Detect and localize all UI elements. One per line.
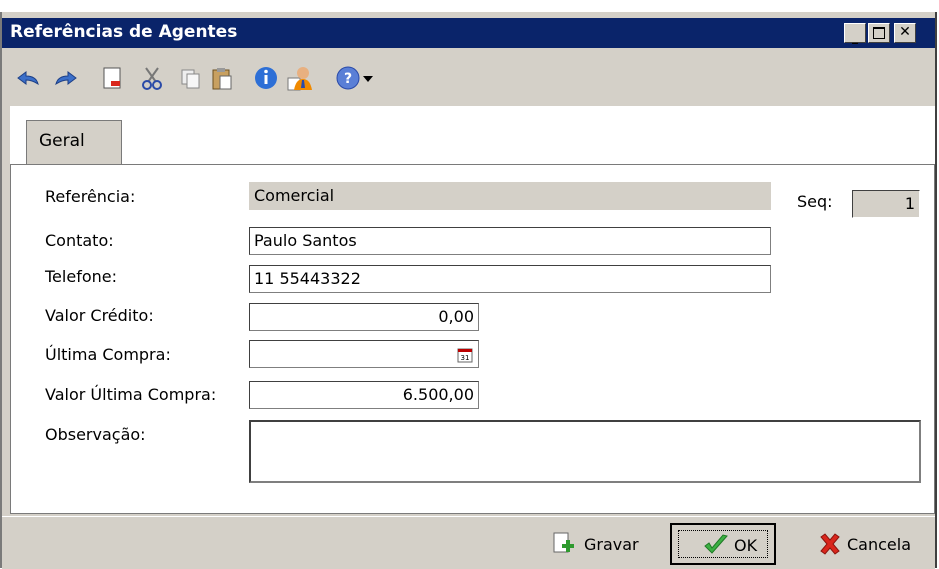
calendar-icon[interactable]: 31	[457, 347, 473, 363]
new-document-icon[interactable]	[98, 64, 126, 92]
tab-geral[interactable]: Geral	[26, 120, 122, 166]
referencia-field: Comercial	[249, 182, 771, 210]
minimize-button[interactable]: _	[844, 23, 866, 44]
window-title: Referências de Agentes	[10, 22, 238, 42]
cut-icon[interactable]	[138, 64, 166, 92]
valor-credito-field[interactable]: 0,00	[249, 303, 479, 331]
ultima-compra-label: Última Compra:	[45, 345, 171, 364]
save-document-icon	[553, 532, 574, 553]
cancela-button[interactable]: Cancela	[817, 527, 933, 563]
referencia-label: Referência:	[45, 187, 136, 206]
gravar-label: Gravar	[584, 535, 639, 554]
ultima-compra-field[interactable]	[249, 340, 479, 368]
copy-icon[interactable]	[176, 64, 204, 92]
valor-ultima-compra-field[interactable]: 6.500,00	[249, 381, 479, 409]
seq-field: 1	[852, 190, 920, 218]
cancel-x-icon	[820, 533, 840, 555]
ok-label: OK	[734, 536, 758, 555]
dropdown-arrow-icon[interactable]	[360, 64, 376, 92]
checkmark-icon	[704, 534, 728, 554]
contato-label: Contato:	[45, 231, 114, 250]
valor-credito-label: Valor Crédito:	[45, 306, 154, 325]
close-button[interactable]: ✕	[894, 23, 916, 43]
svg-text:31: 31	[461, 354, 470, 362]
paste-icon[interactable]	[208, 64, 236, 92]
telefone-field[interactable]: 11 55443322	[249, 265, 771, 293]
telefone-label: Telefone:	[45, 267, 117, 286]
tab-geral-label: Geral	[39, 131, 85, 151]
footer-bar: Gravar OK Cancela	[2, 516, 935, 569]
redo-icon[interactable]	[52, 64, 80, 92]
gravar-button[interactable]: Gravar	[550, 527, 660, 563]
svg-text:?: ?	[344, 71, 352, 87]
contato-field[interactable]: Paulo Santos	[249, 227, 771, 255]
form-panel: Referência: Comercial Seq: 1 Contato: Pa…	[10, 164, 935, 514]
observacao-textarea[interactable]	[249, 420, 921, 483]
toolbar: ?	[2, 48, 935, 106]
user-icon[interactable]	[286, 64, 314, 92]
seq-label: Seq:	[797, 192, 833, 211]
info-icon[interactable]	[252, 64, 280, 92]
valor-ultima-compra-label: Valor Última Compra:	[45, 385, 217, 404]
cancela-label: Cancela	[847, 535, 912, 554]
app-window: Referências de Agentes _ ✕ ? Geral Refer…	[0, 12, 937, 569]
maximize-button[interactable]	[868, 23, 890, 43]
help-icon[interactable]: ?	[334, 64, 362, 92]
observacao-label: Observação:	[45, 425, 146, 444]
undo-icon[interactable]	[14, 64, 42, 92]
tab-strip: Geral	[10, 106, 935, 166]
ok-button[interactable]: OK	[670, 523, 776, 565]
title-bar[interactable]: Referências de Agentes _ ✕	[2, 18, 935, 48]
